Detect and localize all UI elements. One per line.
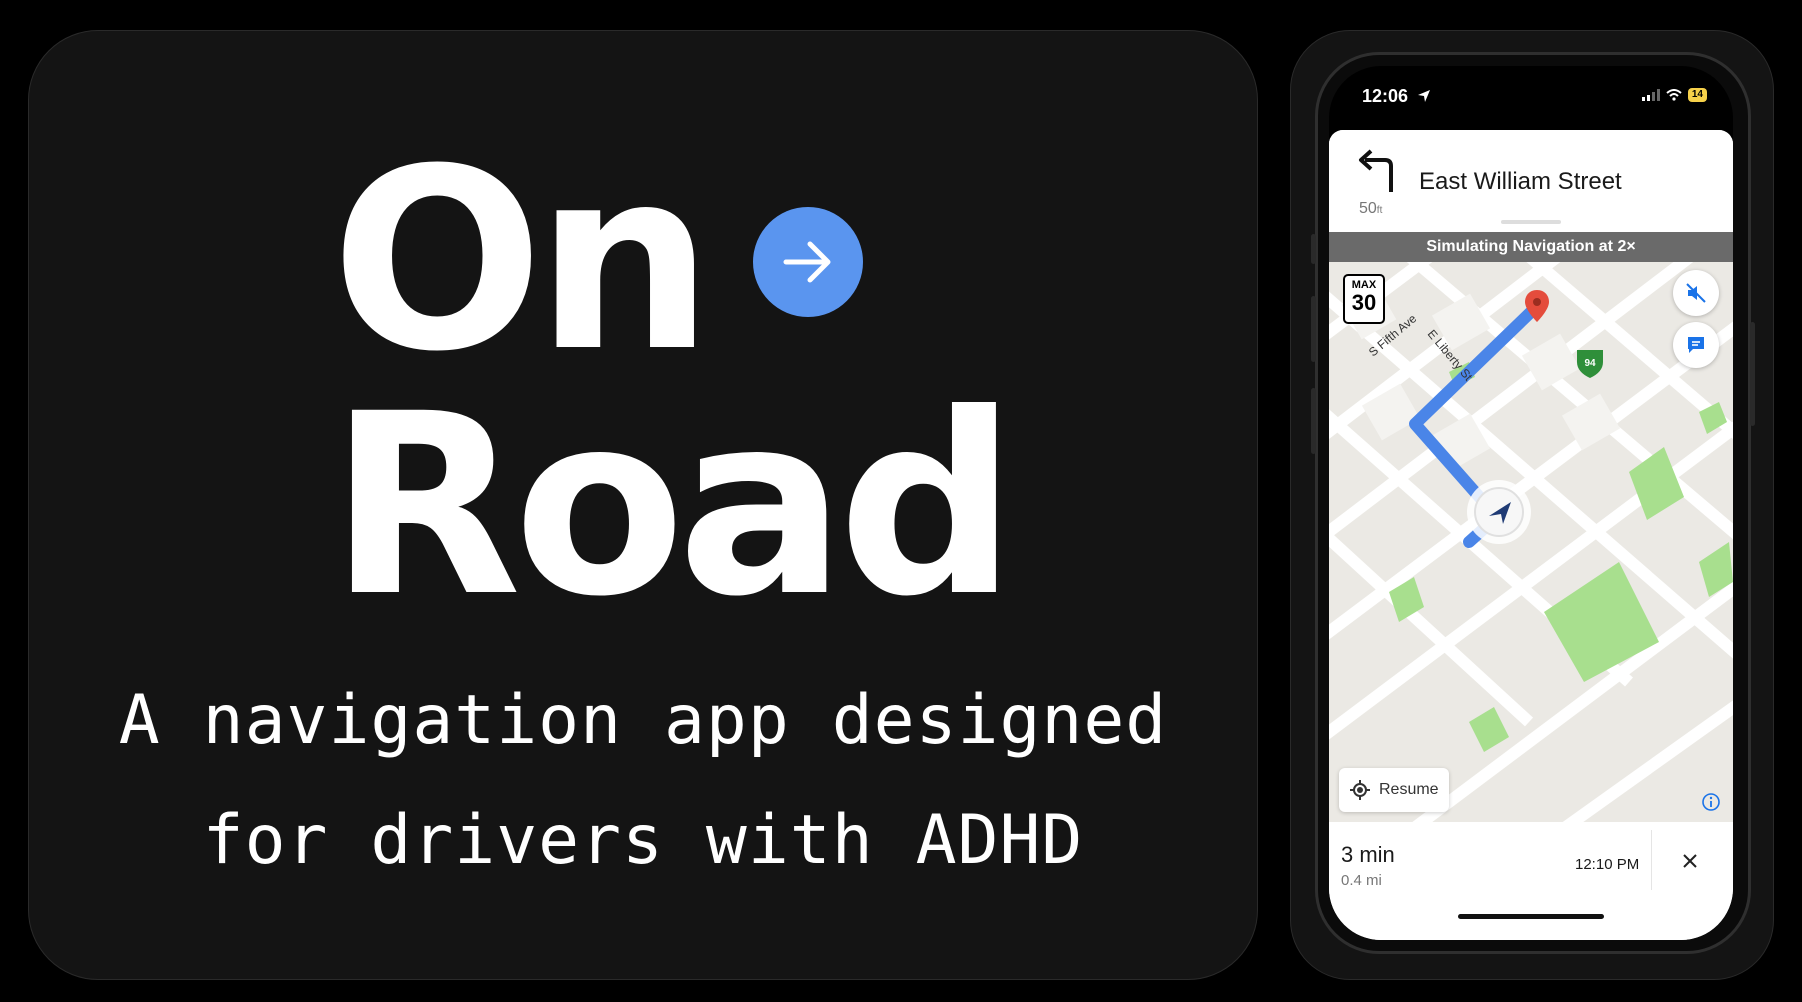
map-view[interactable]: 94 S Fifth Ave E Liberty St MAX 30 Resum…	[1329, 262, 1733, 822]
turn-left-icon	[1359, 149, 1393, 192]
svg-text:94: 94	[1584, 358, 1596, 369]
simulation-banner: Simulating Navigation at 2×	[1329, 232, 1733, 262]
volume-muted-icon	[1686, 283, 1706, 303]
arrow-right-icon	[753, 207, 863, 317]
eta-minutes: 3 min	[1341, 842, 1395, 867]
phone-mute-switch	[1311, 234, 1316, 264]
tagline-line-1: A navigation app designed	[118, 681, 1168, 760]
speed-limit-value: 30	[1351, 290, 1377, 315]
tagline-line-2: for drivers with ADHD	[202, 801, 1084, 880]
resume-label: Resume	[1379, 781, 1439, 798]
home-indicator[interactable]	[1458, 914, 1604, 919]
message-icon	[1688, 337, 1704, 353]
panel-divider	[1651, 830, 1652, 890]
status-time: 12:06	[1362, 86, 1409, 106]
status-icons: 14	[1641, 88, 1707, 102]
info-icon[interactable]	[1701, 792, 1721, 812]
report-button[interactable]	[1673, 322, 1719, 368]
title-line-2: Road	[329, 360, 1017, 651]
hero-card: On Road A navigation app designed for dr…	[28, 30, 1258, 980]
maneuver-header[interactable]: 50ft East William Street	[1329, 130, 1733, 232]
signal-icon	[1641, 89, 1660, 101]
remaining-distance: 0.4 mi	[1341, 872, 1382, 889]
battery-indicator: 14	[1687, 88, 1707, 102]
phone-volume-up	[1311, 296, 1316, 362]
maneuver-distance: 50ft	[1359, 200, 1382, 218]
location-arrow-icon	[1418, 90, 1430, 102]
distance-unit: ft	[1376, 205, 1383, 216]
resume-button[interactable]: Resume	[1339, 768, 1449, 812]
phone-volume-down	[1311, 388, 1316, 454]
wifi-icon	[1666, 89, 1682, 101]
current-location-marker	[1467, 480, 1531, 544]
close-icon[interactable]	[1681, 852, 1699, 870]
recenter-icon	[1350, 780, 1370, 800]
phone-power-button	[1750, 322, 1755, 426]
street-name: East William Street	[1419, 168, 1622, 195]
header-grab-handle[interactable]	[1501, 220, 1561, 224]
phone-screen: 12:06 14 50ft East William Street Simula…	[1329, 66, 1733, 940]
status-bar: 12:06 14	[1329, 66, 1733, 126]
title-line-1: On	[331, 115, 714, 406]
arrival-time: 12:10 PM	[1575, 856, 1640, 873]
navigation-app: 50ft East William Street Simulating Navi…	[1329, 130, 1733, 940]
mute-button[interactable]	[1673, 270, 1719, 316]
distance-value: 50	[1359, 200, 1377, 217]
trip-summary-panel[interactable]: 3 min 0.4 mi 12:10 PM	[1329, 822, 1733, 940]
speed-limit-sign: MAX 30	[1343, 274, 1385, 324]
